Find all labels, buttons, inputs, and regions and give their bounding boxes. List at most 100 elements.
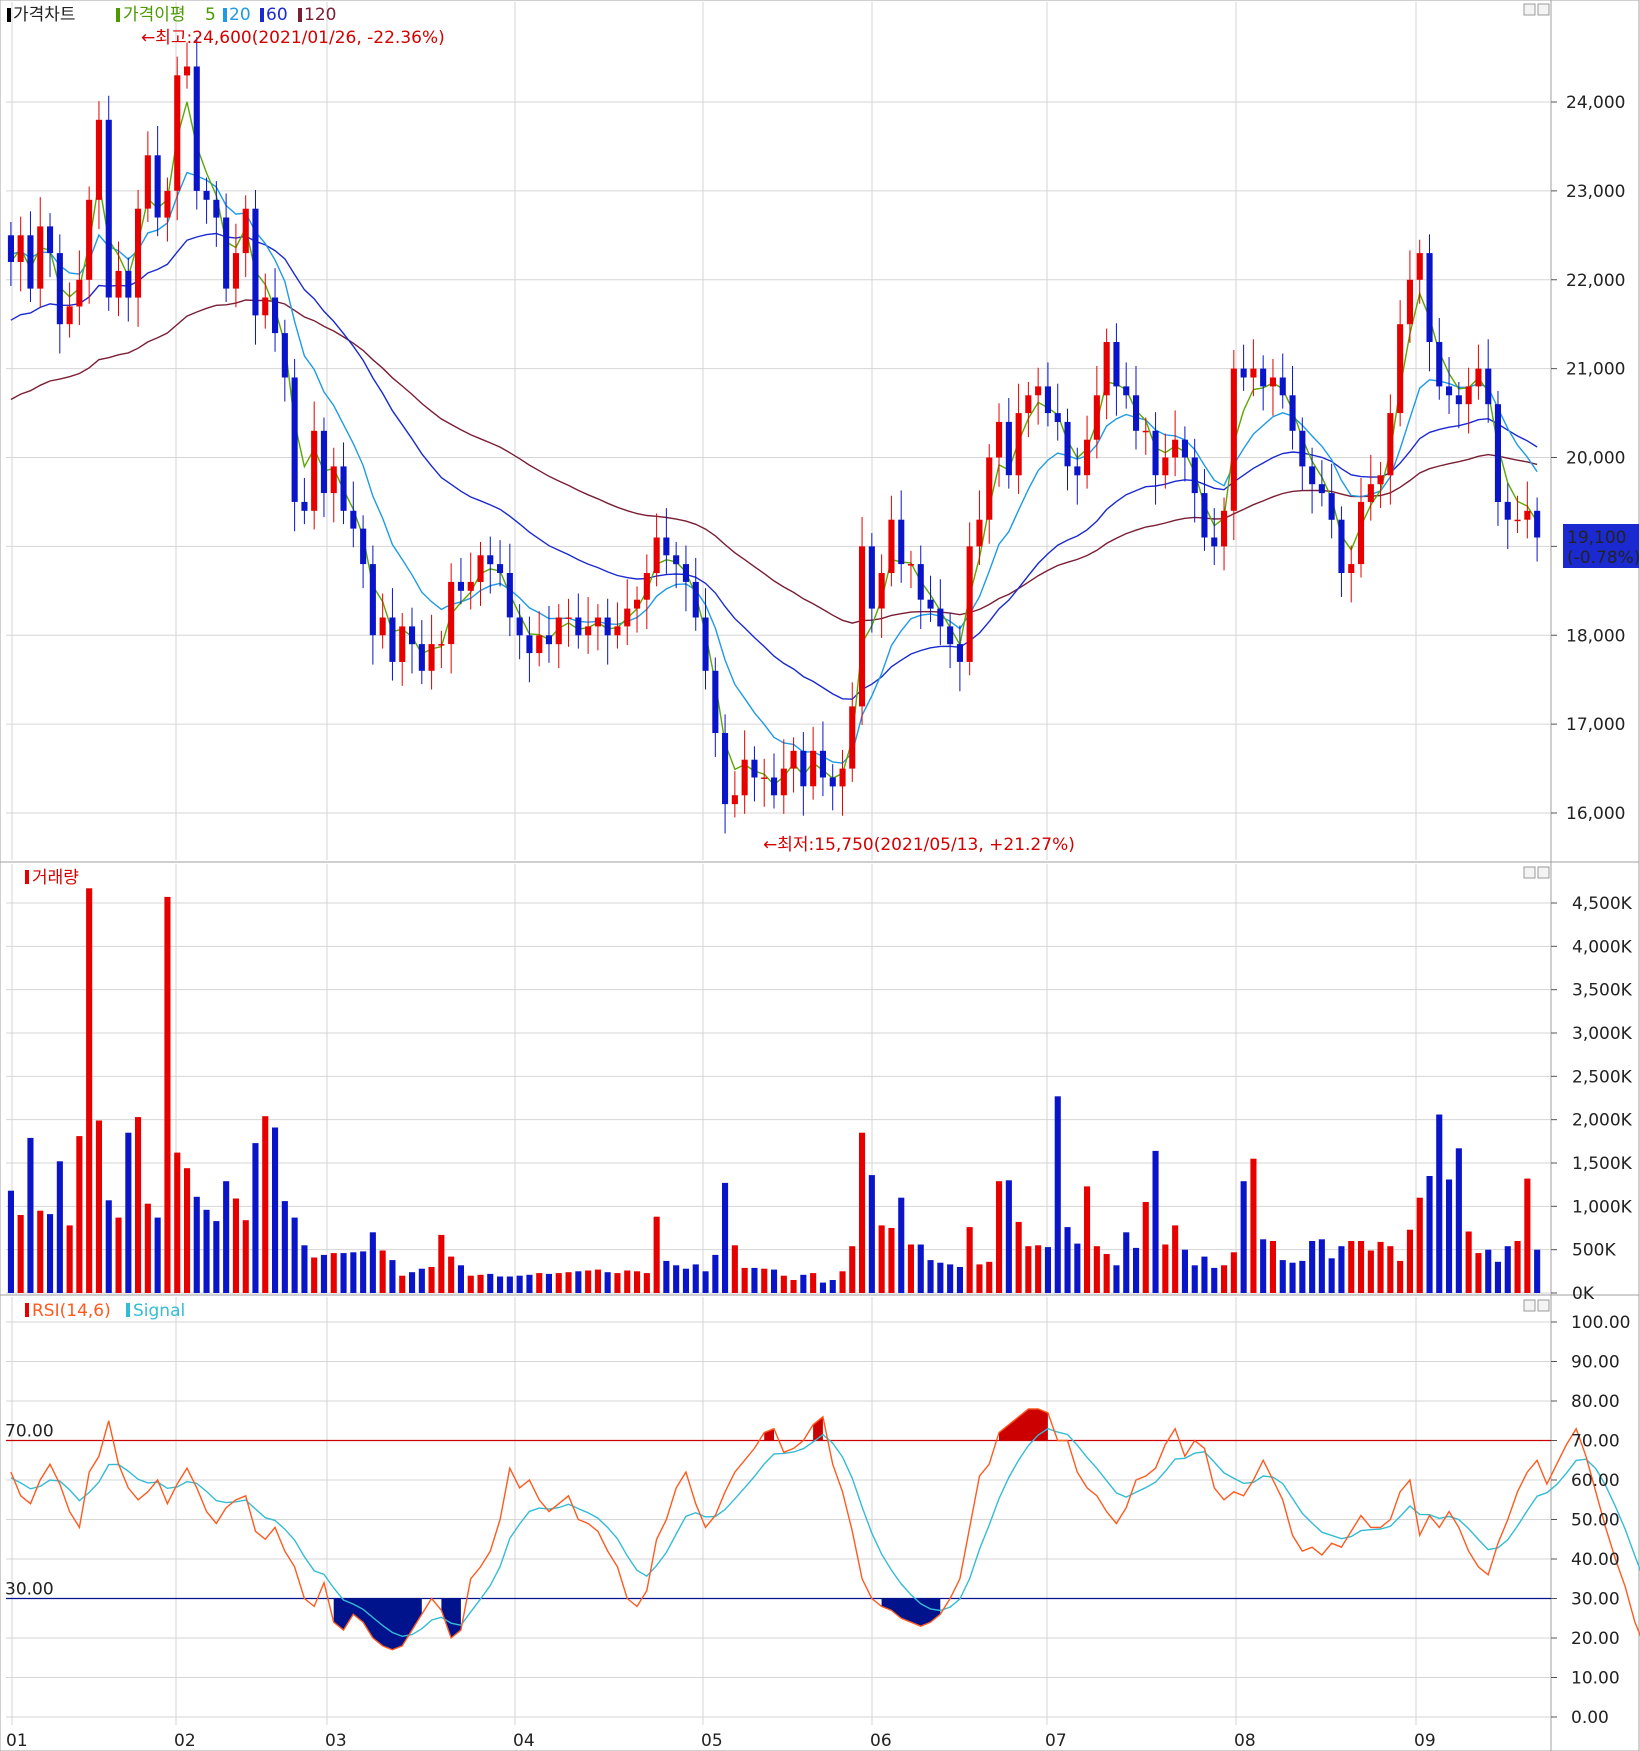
volume-bar [1494, 1261, 1501, 1293]
candle-body [86, 199, 93, 280]
volume-bar [105, 1200, 112, 1293]
candle-body [878, 573, 885, 609]
candle-body [223, 217, 230, 289]
candle-body [545, 635, 552, 645]
volume-bar [663, 1260, 670, 1293]
x-tick-label: 08 [1234, 1731, 1256, 1751]
volume-bar [1025, 1246, 1032, 1293]
candle-body [907, 564, 914, 566]
legend-ma120: 120 [304, 5, 336, 25]
candle-body [7, 235, 14, 262]
volume-bar [810, 1273, 817, 1293]
volume-bar [1279, 1260, 1286, 1293]
candle-body [174, 75, 181, 191]
volume-bar [565, 1272, 572, 1293]
candle-body [555, 617, 562, 645]
candle-body [1416, 253, 1423, 280]
last-change: (-0.78%) [1567, 548, 1640, 568]
candle-body [1397, 324, 1404, 414]
candle-body [272, 297, 279, 334]
candle-body [575, 617, 582, 636]
volume-bar [399, 1275, 406, 1293]
volume-bar [702, 1271, 709, 1293]
candle-body [184, 66, 191, 76]
volume-bar [193, 1196, 200, 1293]
volume-bar [174, 1152, 181, 1293]
volume-bar [614, 1273, 621, 1293]
candle-body [340, 466, 347, 511]
high-annotation: ←최고:24,600(2021/01/26, -22.36%) [141, 28, 445, 48]
volume-bar [1348, 1241, 1355, 1293]
candle-body [1279, 377, 1286, 396]
x-tick-label: 04 [513, 1731, 535, 1751]
candle-body [497, 564, 504, 573]
candle-body [330, 466, 337, 494]
close-icon[interactable] [1537, 1299, 1550, 1312]
volume-bar [389, 1260, 396, 1293]
candle-body [526, 635, 533, 654]
rsi-tick-label: 20.00 [1571, 1629, 1620, 1649]
candle-body [125, 270, 132, 298]
close-icon[interactable] [1537, 866, 1550, 879]
close-icon[interactable] [1537, 3, 1550, 16]
volume-bar [1064, 1227, 1071, 1293]
candle-body [516, 617, 523, 636]
candle-body [1093, 395, 1100, 440]
candle-body [95, 119, 102, 200]
candle-body [1035, 386, 1042, 396]
candle-body [17, 235, 24, 262]
volume-bar [320, 1254, 327, 1293]
volume-bar [986, 1261, 993, 1293]
volume-bar [771, 1269, 778, 1293]
rsi-lower-label: 30.00 [5, 1580, 54, 1600]
candle-body [154, 155, 161, 218]
volume-bar [1240, 1181, 1247, 1293]
volume-bar [281, 1201, 288, 1293]
candle-body [1230, 368, 1237, 511]
candle-body [448, 581, 455, 645]
volume-bar [1044, 1247, 1051, 1293]
volume-bar [712, 1254, 719, 1293]
volume-bar [360, 1251, 367, 1293]
candle-body [1358, 501, 1365, 565]
maximize-icon[interactable] [1523, 1299, 1536, 1312]
x-tick-label: 06 [870, 1731, 892, 1751]
candle-body [193, 66, 200, 191]
volume-bar [1230, 1252, 1237, 1293]
candle-body [242, 208, 249, 254]
candle-body [232, 253, 239, 289]
candle-body [1465, 386, 1472, 405]
volume-bar [369, 1232, 376, 1293]
volume-bar [301, 1245, 308, 1293]
rsi-upper-label: 70.00 [5, 1422, 54, 1442]
volume-bar [1338, 1246, 1345, 1293]
candle-body [37, 226, 44, 289]
volume-bar [947, 1264, 954, 1293]
candle-body [477, 555, 484, 582]
volume-bar [1093, 1246, 1100, 1293]
candle-body [712, 670, 719, 733]
candle-body [311, 430, 318, 511]
candle-body [1181, 439, 1188, 458]
maximize-icon[interactable] [1523, 3, 1536, 16]
low-annotation: ←최저:15,750(2021/05/13, +21.27%) [763, 835, 1075, 855]
candle-body [1260, 368, 1267, 387]
maximize-icon[interactable] [1523, 866, 1536, 879]
volume-legend: 거래량 [25, 868, 79, 888]
last-price: 19,100 [1567, 528, 1626, 548]
legend-ma20: 20 [229, 5, 251, 25]
candle-body [751, 759, 758, 778]
volume-bar [1084, 1186, 1091, 1293]
candle-body [937, 608, 944, 627]
volume-bar [1181, 1249, 1188, 1293]
volume-bar [1397, 1260, 1404, 1293]
candle-body [819, 750, 826, 778]
volume-bar [1328, 1258, 1335, 1293]
candle-body [614, 626, 621, 636]
candle-body [1289, 395, 1296, 431]
rsi-tick-label: 50.00 [1571, 1511, 1620, 1531]
volume-bar [1299, 1260, 1306, 1293]
volume-bar [506, 1276, 513, 1293]
legend-marker [126, 1303, 130, 1317]
candle-body [369, 564, 376, 636]
